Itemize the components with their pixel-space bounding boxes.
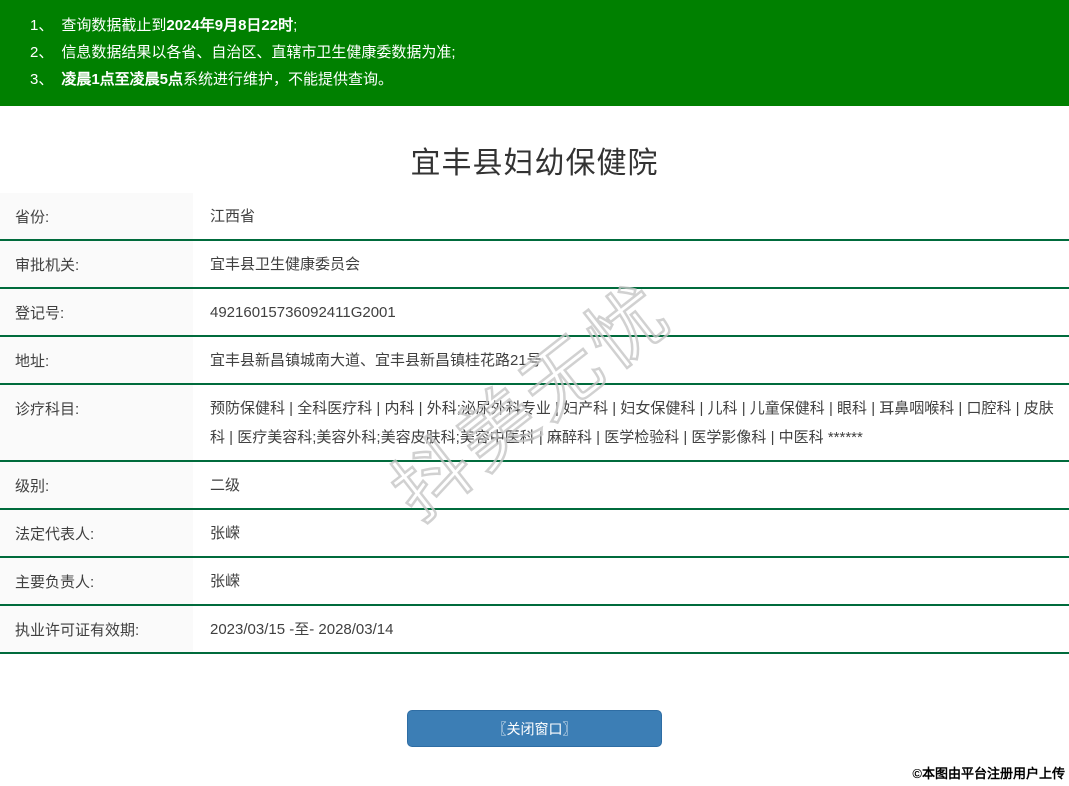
row-label: 省份:: [0, 193, 193, 239]
row-value: 张嵘: [210, 525, 241, 542]
notice-item: 1、 查询数据截止到2024年9月8日22时;: [30, 12, 1049, 39]
notice-number: 3、: [30, 71, 54, 88]
row-label: 地址:: [0, 337, 193, 383]
row-value: 江西省: [210, 208, 256, 225]
table-row: 审批机关: 宜丰县卫生健康委员会: [0, 241, 1069, 289]
table-row: 法定代表人: 张嵘: [0, 510, 1069, 558]
row-label: 主要负责人:: [0, 558, 193, 604]
notice-banner: 1、 查询数据截止到2024年9月8日22时; 2、 信息数据结果以各省、自治区、直…: [0, 0, 1069, 106]
notice-number: 1、: [30, 17, 54, 34]
table-row: 登记号: 49216015736092411G2001: [0, 289, 1069, 337]
table-row: 诊疗科目: 预防保健科 | 全科医疗科 | 内科 | 外科;泌尿外科专业 | 妇…: [0, 385, 1069, 462]
copyright-note: ©本图由平台注册用户上传: [912, 766, 1065, 781]
page-title: 宜丰县妇幼保健院: [410, 147, 659, 180]
row-label: 诊疗科目:: [0, 385, 193, 460]
notice-text-bold: 2024年9月8日22时: [166, 17, 294, 34]
row-value: 宜丰县卫生健康委员会: [210, 256, 361, 273]
row-label: 级别:: [0, 462, 193, 508]
close-window-button[interactable]: 〖关闭窗口〗: [407, 710, 662, 747]
notice-text-post: 系统进行维护，不能提供查询。: [183, 71, 394, 88]
row-value: 宜丰县新昌镇城南大道、宜丰县新昌镇桂花路21号: [210, 352, 542, 369]
row-value: 2023/03/15 -至- 2028/03/14: [210, 621, 394, 638]
row-label: 登记号:: [0, 289, 193, 335]
table-row: 主要负责人: 张嵘: [0, 558, 1069, 606]
row-value: 49216015736092411G2001: [210, 304, 396, 321]
table-row: 地址: 宜丰县新昌镇城南大道、宜丰县新昌镇桂花路21号: [0, 337, 1069, 385]
notice-text-post: ;: [293, 17, 298, 34]
notice-text-pre: 查询数据截止到: [61, 17, 167, 34]
notice-text-pre: 信息数据结果以各省、自治区、直辖市卫生健康委数据为准;: [61, 44, 456, 61]
row-label: 法定代表人:: [0, 510, 193, 556]
row-label: 审批机关:: [0, 241, 193, 287]
notice-number: 2、: [30, 44, 54, 61]
notice-item: 2、 信息数据结果以各省、自治区、直辖市卫生健康委数据为准;: [30, 39, 1049, 66]
row-label: 执业许可证有效期:: [0, 606, 193, 652]
row-value: 预防保健科 | 全科医疗科 | 内科 | 外科;泌尿外科专业 | 妇产科 | 妇…: [210, 400, 1054, 446]
hospital-info-table: 省份: 江西省 审批机关: 宜丰县卫生健康委员会 登记号: 4921601573…: [0, 193, 1069, 654]
row-value: 二级: [210, 477, 241, 494]
table-row: 执业许可证有效期: 2023/03/15 -至- 2028/03/14: [0, 606, 1069, 654]
button-area: 〖关闭窗口〗: [0, 710, 1069, 747]
table-row: 级别: 二级: [0, 462, 1069, 510]
notice-item: 3、 凌晨1点至凌晨5点系统进行维护，不能提供查询。: [30, 66, 1049, 93]
row-value: 张嵘: [210, 573, 241, 590]
notice-text-bold: 凌晨1点至凌晨5点: [61, 71, 184, 88]
table-row: 省份: 江西省: [0, 193, 1069, 241]
